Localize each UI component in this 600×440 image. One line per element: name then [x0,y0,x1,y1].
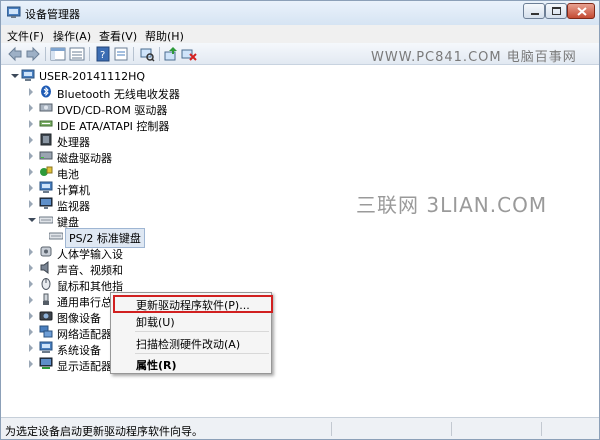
tree-item-usb[interactable]: 通用串行总线 [27,292,123,309]
menu-help[interactable]: 帮助(H) [145,28,184,44]
forward-arrow-icon[interactable] [25,46,41,62]
bluetooth-icon [41,85,51,98]
watermark-3lian: 三联网 3LIAN.COM [356,193,548,217]
menu-bar: 文件(F) 操作(A) 查看(V) 帮助(H) [1,25,599,43]
disc-drive-icon [39,103,53,112]
usb-icon [43,293,49,305]
display-adapter-icon [39,357,53,369]
menu-view[interactable]: 查看(V) [99,28,137,44]
expand-arrow-icon[interactable] [29,280,33,288]
ide-controller-icon [39,120,53,127]
ctx-scan-hardware[interactable]: 扫描检测硬件改动(A) [136,336,240,352]
context-menu: 更新驱动程序软件(P)... 卸载(U) 扫描检测硬件改动(A) 属性(R) [110,292,273,374]
tree-item-monitor[interactable]: 监视器 [27,196,207,213]
show-hide-console-tree-icon[interactable] [50,46,66,62]
scan-hardware-icon[interactable] [139,46,155,62]
expand-arrow-icon[interactable] [29,168,33,176]
maximize-button[interactable] [545,3,567,19]
tree-item-battery[interactable]: 电池 [27,164,207,181]
device-tree: USER-20141112HQ Bluetooth 无线电收发器 DVD/CD-… [1,66,599,417]
expand-arrow-icon[interactable] [29,104,33,112]
ctx-separator [135,331,269,332]
tree-item-computer[interactable]: 计算机 [27,180,207,197]
menu-file[interactable]: 文件(F) [7,28,44,44]
update-driver-icon[interactable] [163,46,179,62]
minimize-button[interactable] [523,3,545,19]
expand-arrow-icon[interactable] [29,120,33,128]
title-bar: 设备管理器 [1,1,599,25]
network-adapter-icon [39,325,53,338]
status-divider [541,422,542,436]
ctx-separator [135,353,269,354]
battery-icon [40,166,53,176]
expand-arrow-icon[interactable] [29,296,33,304]
toolbar-separator [133,47,134,61]
expand-arrow-icon[interactable] [29,248,33,256]
watermark-pc841: WWW.PC841.COM 电脑百事网 [371,50,577,65]
device-manager-icon [7,6,21,18]
properties-icon[interactable] [113,46,129,62]
status-divider [331,422,332,436]
toolbar-separator [89,47,90,61]
status-bar: 为选定设备启动更新驱动程序软件向导。 [1,417,599,439]
toolbar-separator [45,47,46,61]
disk-drive-icon [39,151,53,160]
uninstall-device-icon[interactable] [181,46,197,62]
tree-item-label: 显示适配器 [57,360,112,373]
svg-text:?: ? [100,50,105,61]
window-list-icon[interactable] [69,46,85,62]
ctx-properties[interactable]: 属性(R) [136,357,177,373]
tree-item-ps2-keyboard[interactable]: PS/2 标准键盘 [45,228,145,248]
status-divider [451,422,452,436]
processor-icon [40,133,52,146]
expand-arrow-icon[interactable] [29,344,33,352]
menu-action[interactable]: 操作(A) [53,28,91,44]
ctx-uninstall[interactable]: 卸载(U) [136,314,175,330]
toolbar-separator [159,47,160,61]
expand-arrow-icon[interactable] [29,264,33,272]
status-text: 为选定设备启动更新驱动程序软件向导。 [5,425,203,438]
tree-item-mouse[interactable]: 鼠标和其他指 [27,276,123,293]
monitor-icon [39,197,53,209]
expand-arrow-icon[interactable] [29,136,33,144]
expand-arrow-icon[interactable] [29,152,33,160]
tree-item-ide[interactable]: IDE ATA/ATAPI 控制器 [27,116,207,133]
close-icon [577,7,587,16]
expand-arrow-icon[interactable] [29,200,33,208]
mouse-icon [41,278,51,290]
tree-root-label: USER-20141112HQ [39,70,146,83]
expand-arrow-icon[interactable] [29,312,33,320]
tree-item-disk[interactable]: 磁盘驱动器 [27,148,207,165]
ctx-update-driver[interactable]: 更新驱动程序软件(P)... [136,297,250,313]
computer-icon [39,181,53,193]
device-manager-window: 设备管理器 文件(F) 操作(A) 查看(V) 帮助(H) ? WWW.PC84… [0,0,600,440]
window-title: 设备管理器 [25,8,80,21]
tree-item-sound[interactable]: 声音、视频和 [27,260,123,277]
expand-arrow-icon[interactable] [29,184,33,192]
expand-arrow-icon[interactable] [29,360,33,368]
sound-icon [40,261,49,274]
expand-arrow-icon[interactable] [11,74,19,78]
keyboard-icon [39,216,53,224]
tree-item-hid[interactable]: 人体学输入设 [27,244,123,261]
expand-arrow-icon[interactable] [29,88,33,96]
expand-arrow-icon[interactable] [29,328,33,336]
close-button[interactable] [567,3,595,19]
hid-icon [40,246,52,257]
toolbar: ? WWW.PC841.COM 电脑百事网 [1,43,599,65]
system-device-icon [39,341,53,353]
collapse-arrow-icon[interactable] [28,218,36,222]
tree-root[interactable]: USER-20141112HQ [9,68,229,84]
imaging-icon [39,311,53,321]
help-icon[interactable]: ? [95,46,111,62]
computer-icon [21,69,35,81]
tree-item-processor[interactable]: 处理器 [27,132,207,149]
back-arrow-icon[interactable] [7,46,23,62]
tree-item-dvd[interactable]: DVD/CD-ROM 驱动器 [27,100,207,117]
keyboard-device-icon [49,232,63,240]
tree-item-bluetooth[interactable]: Bluetooth 无线电收发器 [27,84,207,101]
tree-item-keyboard[interactable]: 键盘 [27,212,207,229]
